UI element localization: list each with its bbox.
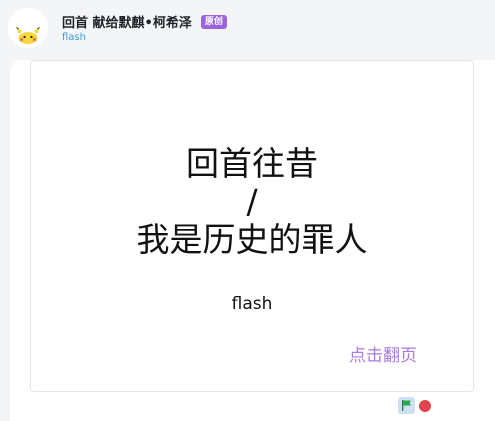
original-badge: 原创 bbox=[200, 14, 227, 29]
author-link[interactable]: flash bbox=[62, 32, 86, 43]
start-button[interactable] bbox=[398, 397, 415, 414]
project-stage[interactable]: 回首往昔 / 我是历史的罪人 flash 点击翻页 bbox=[30, 60, 474, 392]
stop-icon[interactable] bbox=[419, 399, 431, 412]
title-row: 回首 献给默麒•柯希泽 原创 bbox=[62, 12, 227, 31]
pikachu-avatar-icon bbox=[8, 8, 48, 48]
headline-line-3: 我是历史的罪人 bbox=[136, 220, 368, 259]
headline-line-1: 回首往昔 bbox=[186, 144, 318, 183]
project-header: 回首 献给默麒•柯希泽 原创 flash bbox=[0, 0, 495, 60]
project-title: 回首 献给默麒•柯希泽 bbox=[62, 16, 192, 31]
stage-headline: 回首往昔 / 我是历史的罪人 bbox=[31, 145, 473, 259]
avatar[interactable] bbox=[8, 8, 48, 48]
stage-author: flash bbox=[231, 294, 273, 314]
page-turn-button[interactable]: 点击翻页 bbox=[349, 341, 417, 366]
green-flag-icon bbox=[402, 400, 411, 411]
headline-line-2: / bbox=[246, 182, 258, 221]
player-controls bbox=[398, 397, 431, 414]
